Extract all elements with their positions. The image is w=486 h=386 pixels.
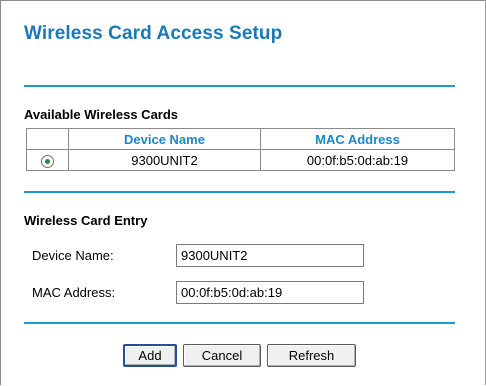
divider (24, 191, 455, 193)
device-name-column-header: Device Name (68, 128, 261, 150)
mac-address-label: MAC Address: (32, 285, 116, 300)
device-name-cell: 9300UNIT2 (68, 149, 261, 171)
select-column-header (26, 128, 69, 150)
device-name-field[interactable]: 9300UNIT2 (176, 244, 364, 267)
device-name-label: Device Name: (32, 248, 114, 263)
available-cards-label: Available Wireless Cards (24, 107, 179, 122)
add-button[interactable]: Add (123, 344, 177, 367)
page-title: Wireless Card Access Setup (24, 23, 283, 44)
card-radio-button[interactable] (41, 154, 54, 168)
refresh-button[interactable]: Refresh (267, 344, 356, 367)
row-select-cell[interactable] (26, 149, 69, 171)
cancel-button[interactable]: Cancel (183, 344, 261, 367)
mac-address-column-header: MAC Address (260, 128, 455, 150)
table-header-row: Device Name MAC Address (26, 128, 455, 150)
setup-panel: Wireless Card Access Setup Available Wir… (0, 0, 486, 385)
card-entry-label: Wireless Card Entry (24, 213, 148, 228)
divider (24, 85, 455, 87)
available-cards-table: Device Name MAC Address 9300UNIT2 00:0f:… (26, 128, 455, 171)
divider (24, 322, 455, 324)
mac-address-field[interactable]: 00:0f:b5:0d:ab:19 (176, 281, 364, 304)
table-row: 9300UNIT2 00:0f:b5:0d:ab:19 (26, 149, 455, 171)
mac-address-cell: 00:0f:b5:0d:ab:19 (260, 149, 455, 171)
